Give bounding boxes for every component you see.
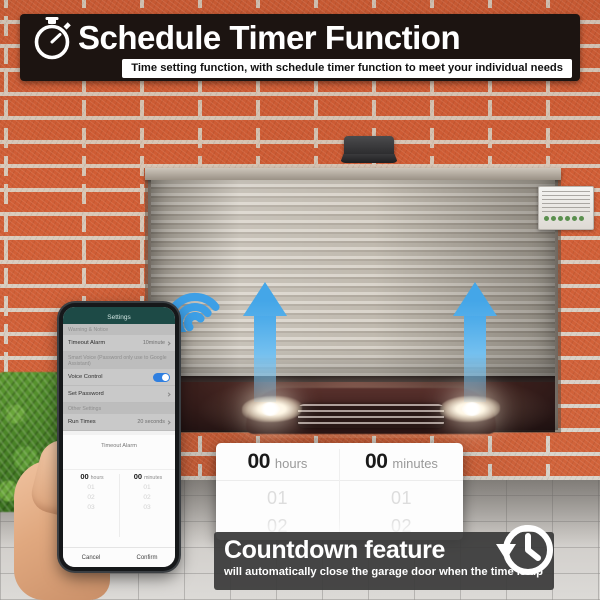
dialog-minutes-column[interactable]: 00 minutes 01 02 03	[119, 470, 175, 547]
picker-divider	[119, 474, 120, 537]
confirm-button[interactable]: Confirm	[119, 548, 175, 567]
picker-minutes-option[interactable]: 01	[340, 488, 463, 509]
picker-hours-unit: hours	[274, 456, 308, 471]
sticker-indicator-dots	[544, 216, 584, 221]
chevron-right-icon	[166, 391, 171, 397]
picker-minutes-selected: 00 minutes	[340, 450, 463, 481]
header-subtitle-row: Time setting function, with schedule tim…	[20, 59, 580, 78]
dialog-hours-selected: 00 hours	[63, 472, 119, 481]
headlight-right-core	[462, 402, 482, 416]
settings-section-header: Other Settings	[63, 403, 175, 414]
row-value-text: 10minute	[142, 340, 165, 346]
arrow-head-fade	[243, 282, 287, 316]
settings-section-header: Warning & Notice	[63, 324, 175, 335]
dialog-hours-option[interactable]: 01	[63, 484, 119, 491]
garage-lintel	[145, 168, 561, 180]
settings-row-timeout-alarm[interactable]: Timeout Alarm 10minute	[63, 335, 175, 352]
row-label: Set Password	[68, 391, 104, 397]
row-label: Run Times	[68, 419, 96, 425]
header-top-row: Schedule Timer Function	[20, 16, 580, 60]
dialog-minutes-option[interactable]: 02	[119, 494, 175, 501]
page-title: Schedule Timer Function	[78, 19, 461, 56]
phone-screen[interactable]: Settings Warning & Notice Timeout Alarm …	[63, 307, 175, 567]
picker-hours-selected: 00 hours	[216, 450, 339, 481]
chevron-right-icon	[166, 419, 171, 425]
controller-label-sticker	[538, 186, 594, 230]
picker-minutes-unit: minutes	[392, 456, 438, 471]
cancel-button[interactable]: Cancel	[63, 548, 119, 567]
dialog-minutes-option[interactable]: 03	[119, 504, 175, 511]
phone-timeout-dialog: Timeout Alarm 00 hours 01 02 03 00 minutes	[63, 435, 175, 567]
time-picker-panel[interactable]: 00 hours 01 02 03 00 minutes 01 02 03	[216, 443, 463, 540]
picker-hours-option[interactable]: 01	[216, 488, 339, 509]
settings-section-header: Smart Voice (Password only use to Google…	[63, 352, 175, 369]
dialog-hours-option[interactable]: 02	[63, 494, 119, 501]
up-arrow-icon	[243, 282, 287, 402]
row-label: Timeout Alarm	[68, 340, 106, 346]
arrow-shaft	[254, 314, 276, 402]
smartphone: Settings Warning & Notice Timeout Alarm …	[59, 303, 179, 571]
lamp-body	[344, 136, 394, 156]
bottom-caption-bar: Countdown feature will automatically clo…	[214, 525, 554, 590]
arrow-shaft	[464, 314, 486, 402]
settings-list: Warning & Notice Timeout Alarm 10minute …	[63, 324, 175, 431]
row-value: 20 seconds	[137, 419, 171, 425]
arrow-head-fade	[453, 282, 497, 316]
stopwatch-icon	[30, 16, 74, 60]
row-label: Voice Control	[68, 374, 103, 380]
chevron-right-icon	[166, 340, 171, 346]
row-value	[166, 391, 171, 397]
picker-minutes-column[interactable]: 00 minutes 01 02 03	[340, 443, 463, 540]
picker-minutes-value: 00	[365, 450, 388, 473]
row-value-text: 20 seconds	[137, 419, 165, 425]
dialog-minutes-option[interactable]: 01	[119, 484, 175, 491]
voice-control-toggle[interactable]	[153, 372, 170, 382]
sticker-text-lines	[542, 191, 590, 213]
picker-hours-column[interactable]: 00 hours 01 02 03	[216, 443, 339, 540]
dialog-hours-value: 00	[80, 472, 89, 481]
dialog-minutes-selected: 00 minutes	[119, 472, 175, 481]
settings-row-run-times[interactable]: Run Times 20 seconds	[63, 414, 175, 431]
dialog-hours-column[interactable]: 00 hours 01 02 03	[63, 470, 119, 547]
phone-app-title: Settings	[63, 311, 175, 324]
picker-hours-value: 00	[247, 450, 271, 473]
lamp-shade	[340, 154, 398, 163]
promo-image: Schedule Timer Function Time setting fun…	[0, 0, 600, 600]
settings-row-voice-control[interactable]: Voice Control	[63, 369, 175, 386]
settings-row-set-password[interactable]: Set Password	[63, 386, 175, 403]
up-arrow-icon	[453, 282, 497, 402]
dialog-actions: Cancel Confirm	[63, 547, 175, 567]
headlight-left-core	[260, 402, 280, 416]
clock-restore-icon	[490, 514, 558, 582]
car-grille	[298, 404, 444, 428]
header-subtitle: Time setting function, with schedule tim…	[122, 59, 572, 78]
dialog-hours-unit: hours	[90, 475, 104, 481]
dialog-minutes-value: 00	[133, 472, 143, 481]
dialog-time-picker[interactable]: 00 hours 01 02 03 00 minutes 01 02 03	[63, 469, 175, 547]
header-banner: Schedule Timer Function Time setting fun…	[20, 14, 580, 81]
dialog-minutes-unit: minutes	[144, 475, 163, 481]
row-value: 10minute	[142, 340, 171, 346]
wall-lamp-icon	[340, 136, 398, 166]
dialog-title: Timeout Alarm	[101, 443, 137, 449]
dialog-hours-option[interactable]: 03	[63, 504, 119, 511]
